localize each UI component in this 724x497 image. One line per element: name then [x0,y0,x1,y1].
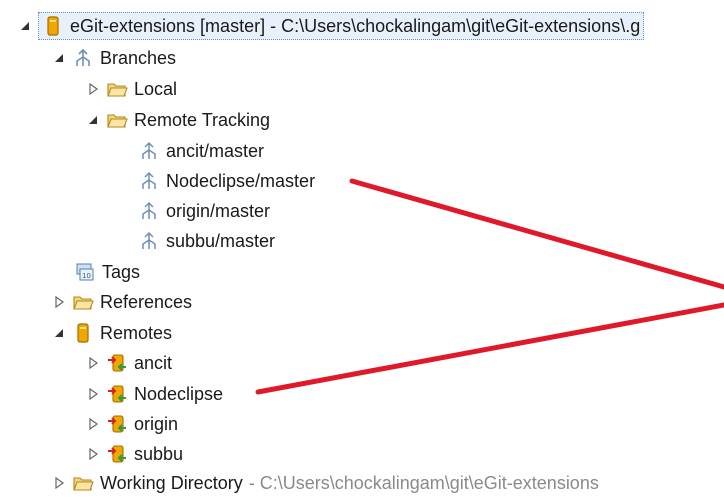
remotes-label: Remotes [100,322,173,343]
tree-row-repository[interactable]: eGit-extensions [master] - C:\Users\choc… [18,12,645,40]
triangle-collapsed-icon[interactable] [52,476,66,490]
folder-icon [72,472,94,494]
tree-row-tags[interactable]: 10 Tags [74,258,140,286]
repository-icon [72,322,94,344]
remote-label: origin [134,413,179,434]
remote-icon [106,352,128,374]
triangle-collapsed-icon[interactable] [86,447,100,461]
tags-label: Tags [102,261,141,282]
remote-icon [106,383,128,405]
branch-label: origin/master [166,200,271,221]
svg-text:10: 10 [82,272,91,280]
working-directory-label: Working Directory [100,472,243,493]
references-label: References [100,291,193,312]
triangle-collapsed-icon[interactable] [52,295,66,309]
tree-row-remotes[interactable]: Remotes [52,319,172,347]
tree-row-references[interactable]: References [52,288,192,316]
branch-icon [138,230,160,252]
working-directory-path: - C:\Users\chockalingam\git\eGit-extensi… [248,472,599,493]
triangle-collapsed-icon[interactable] [86,417,100,431]
triangle-collapsed-icon[interactable] [86,356,100,370]
branch-label: ancit/master [166,140,265,161]
triangle-expanded-icon[interactable] [86,113,100,127]
tree-row-branch[interactable]: origin/master [138,197,270,225]
repository-label: eGit-extensions [master] - C:\Users\choc… [70,15,641,36]
triangle-collapsed-icon[interactable] [86,387,100,401]
local-label: Local [134,78,178,99]
branch-label: subbu/master [166,230,276,251]
tree-row-remote[interactable]: ancit [86,349,172,377]
triangle-expanded-icon[interactable] [52,51,66,65]
folder-icon [72,291,94,313]
tree-row-branch[interactable]: subbu/master [138,227,275,255]
tree-row-remote[interactable]: subbu [86,440,183,468]
tree-row-working-directory[interactable]: Working Directory - C:\Users\chockalinga… [52,469,599,497]
branch-icon [138,200,160,222]
branch-icon [138,140,160,162]
repository-icon [42,15,64,37]
tree-row-branch[interactable]: ancit/master [138,137,264,165]
triangle-expanded-icon[interactable] [18,19,32,33]
tree-row-remote-tracking[interactable]: Remote Tracking [86,106,270,134]
tags-icon: 10 [74,261,96,283]
branch-label: Nodeclipse/master [166,170,316,191]
remote-icon [106,413,128,435]
remote-label: subbu [134,443,184,464]
remote-label: Nodeclipse [134,383,224,404]
folder-icon [106,109,128,131]
tree-row-local[interactable]: Local [86,75,177,103]
git-repositories-tree: eGit-extensions [master] - C:\Users\choc… [0,0,724,496]
branches-icon [72,47,94,69]
tree-row-remote[interactable]: Nodeclipse [86,380,223,408]
tree-row-branches[interactable]: Branches [52,44,176,72]
tree-row-remote[interactable]: origin [86,410,178,438]
remote-icon [106,443,128,465]
remote-tracking-label: Remote Tracking [134,109,271,130]
branches-label: Branches [100,47,177,68]
remote-label: ancit [134,352,173,373]
tree-row-branch[interactable]: Nodeclipse/master [138,167,315,195]
repository-node[interactable]: eGit-extensions [master] - C:\Users\choc… [38,12,645,40]
triangle-expanded-icon[interactable] [52,326,66,340]
branch-icon [138,170,160,192]
triangle-collapsed-icon[interactable] [86,82,100,96]
folder-icon [106,78,128,100]
